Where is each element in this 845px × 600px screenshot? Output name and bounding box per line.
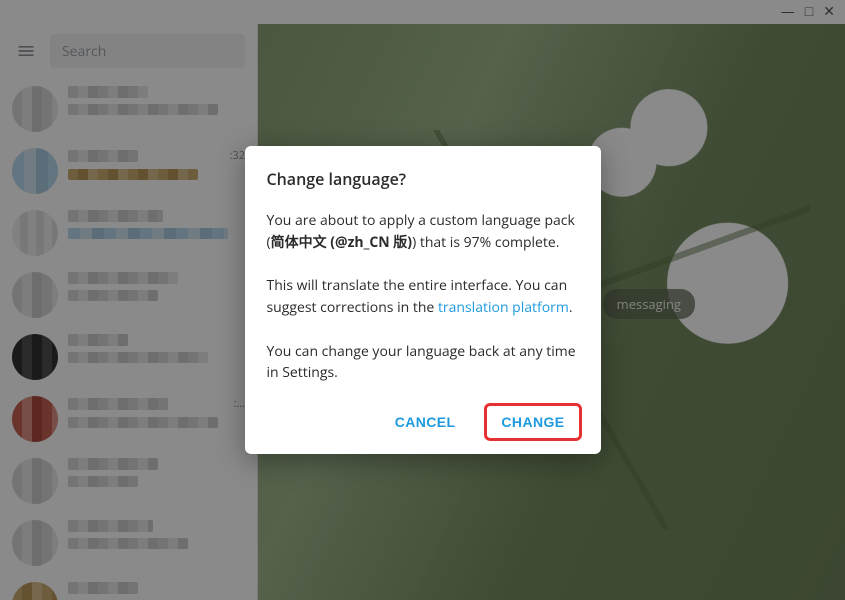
dialog-title: Change language?: [267, 168, 579, 190]
change-language-dialog: Change language? You are about to apply …: [245, 146, 601, 454]
dialog-body-3: You can change your language back at any…: [267, 341, 579, 384]
dialog-actions: CANCEL CHANGE: [267, 406, 579, 438]
dialog-body-2: This will translate the entire interface…: [267, 275, 579, 318]
dialog-body-1: You are about to apply a custom language…: [267, 210, 579, 253]
change-button[interactable]: CHANGE: [487, 406, 578, 438]
cancel-button[interactable]: CANCEL: [381, 406, 470, 438]
translation-platform-link[interactable]: translation platform: [438, 298, 569, 317]
app-window: — □ ✕ Search: [0, 0, 845, 600]
